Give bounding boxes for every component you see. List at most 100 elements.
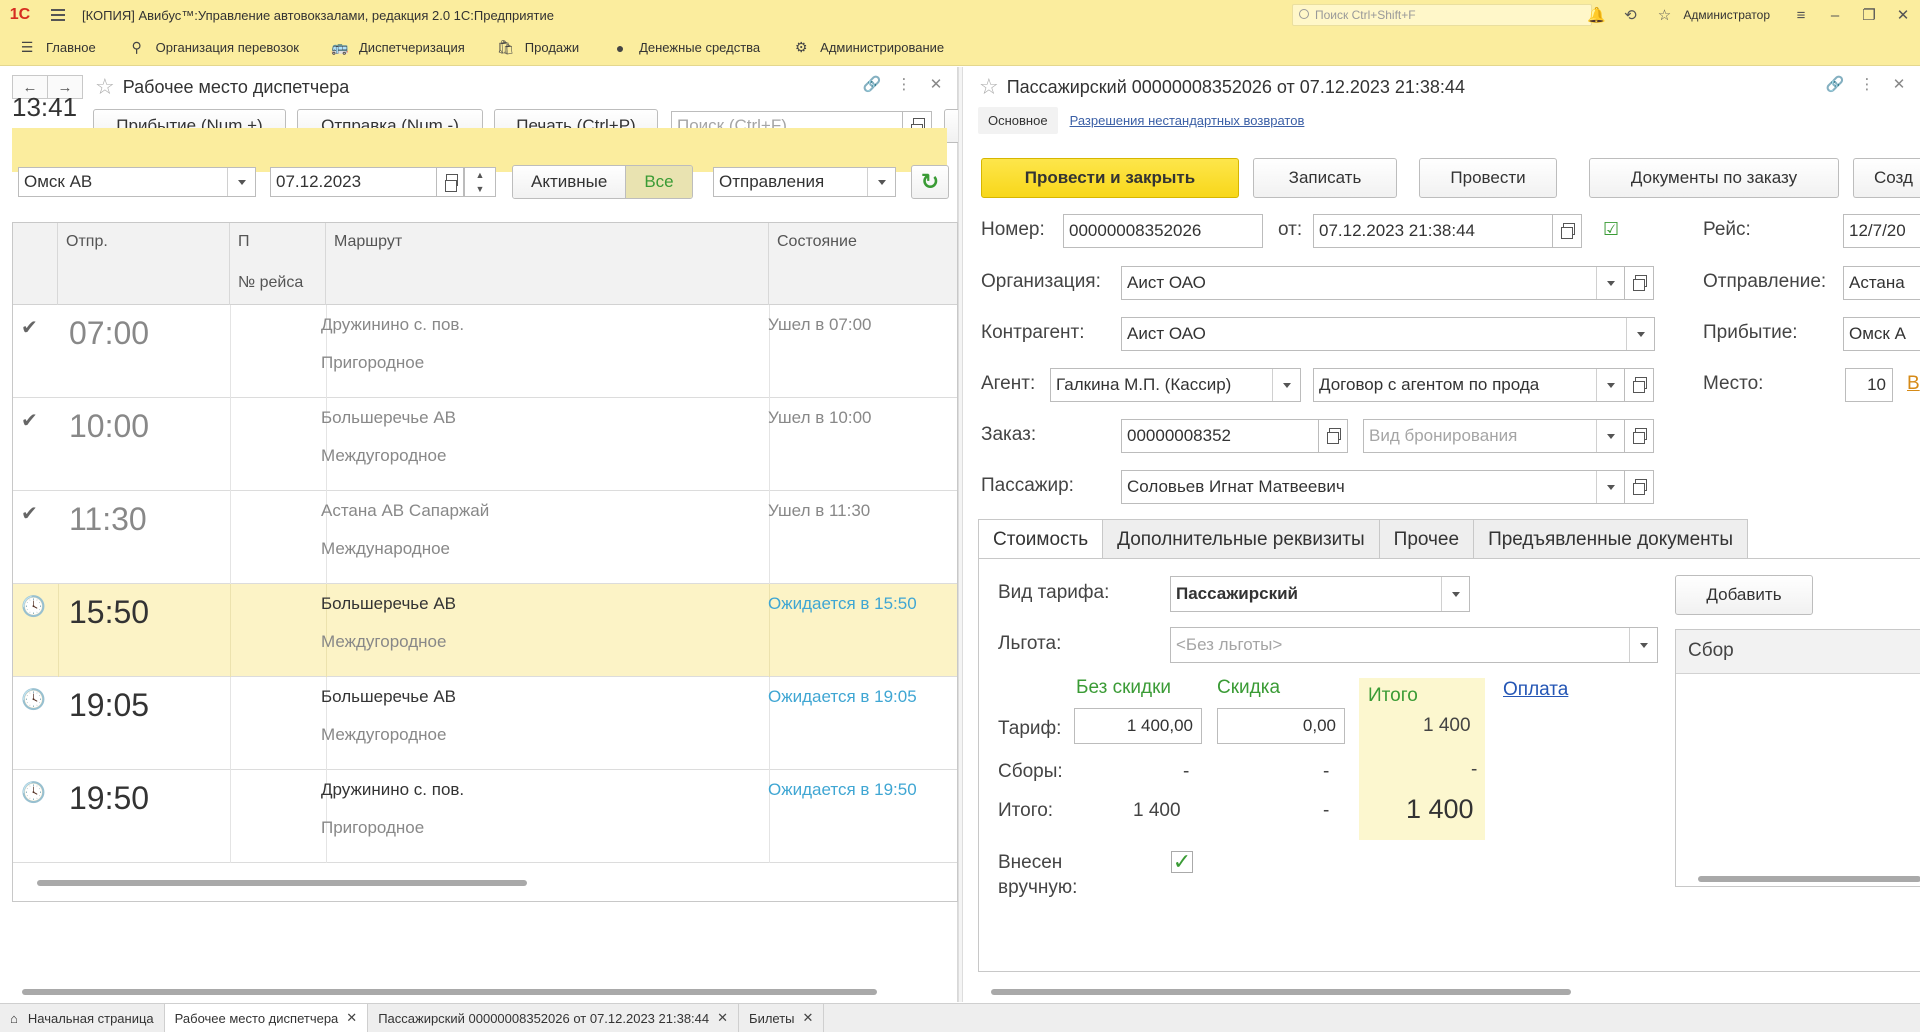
chevron-down-icon[interactable] bbox=[1596, 267, 1624, 299]
refresh-button[interactable]: ↻ bbox=[911, 165, 949, 199]
date-stepper[interactable]: ▲ ▼ bbox=[464, 167, 496, 197]
bell-icon[interactable]: 🔔 bbox=[1579, 0, 1613, 30]
chevron-down-icon[interactable]: ▼ bbox=[476, 184, 485, 194]
task-dispatcher[interactable]: Рабочее место диспетчера ✕ bbox=[164, 1004, 369, 1032]
booking-type-select[interactable]: Вид бронирования bbox=[1363, 419, 1625, 453]
header-route[interactable]: Маршрут bbox=[326, 223, 769, 264]
counterparty-select[interactable]: Аист ОАО bbox=[1121, 317, 1655, 351]
discount-field[interactable]: 0,00 bbox=[1217, 708, 1345, 744]
close-icon[interactable]: ✕ bbox=[925, 75, 947, 93]
tab-presented-documents[interactable]: Предъявленные документы bbox=[1473, 519, 1749, 559]
station-select[interactable]: Омск АВ bbox=[18, 167, 256, 197]
close-icon[interactable]: ✕ bbox=[1886, 0, 1920, 30]
document-scrollbar[interactable] bbox=[991, 989, 1571, 995]
restore-icon[interactable]: ❐ bbox=[1852, 0, 1886, 30]
check-document-icon[interactable]: ☑ bbox=[1603, 219, 1619, 240]
seat-field[interactable]: 10 bbox=[1845, 368, 1893, 402]
task-home[interactable]: ⌂ Начальная страница bbox=[0, 1004, 165, 1032]
global-search-input[interactable]: Поиск Ctrl+Shift+F bbox=[1292, 4, 1592, 26]
menu-money[interactable]: ● Денежные средства bbox=[593, 30, 774, 66]
task-ticket-document[interactable]: Пассажирский 00000008352026 от 07.12.202… bbox=[368, 1004, 740, 1032]
chevron-down-icon[interactable] bbox=[1441, 577, 1469, 611]
open-contract-icon[interactable] bbox=[1624, 368, 1654, 402]
tariff-type-select[interactable]: Пассажирский bbox=[1170, 576, 1470, 612]
order-documents-button[interactable]: Документы по заказу bbox=[1589, 158, 1839, 198]
passenger-select[interactable]: Соловьев Игнат Матвеевич bbox=[1121, 470, 1625, 504]
minimize-icon[interactable]: – bbox=[1818, 0, 1852, 30]
menu-dispatch[interactable]: 🚌 Диспетчеризация bbox=[313, 30, 479, 66]
tab-cost[interactable]: Стоимость bbox=[978, 519, 1104, 559]
header-p[interactable]: П bbox=[230, 223, 326, 264]
table-row[interactable]: 🕓 19:50 Дружинино с. пов. Пригородное Ож… bbox=[13, 770, 957, 863]
header-departure[interactable]: Отпр. bbox=[58, 223, 230, 305]
save-button[interactable]: Записать bbox=[1253, 158, 1397, 198]
arrival-field[interactable]: Омск А bbox=[1843, 317, 1920, 351]
chevron-down-icon[interactable] bbox=[1596, 420, 1624, 452]
link-icon[interactable]: 🔗 bbox=[861, 75, 883, 93]
chevron-down-icon[interactable] bbox=[1596, 471, 1624, 503]
payment-link[interactable]: Оплата bbox=[1503, 679, 1568, 701]
panel-scrollbar[interactable] bbox=[22, 989, 877, 995]
close-icon[interactable]: ✕ bbox=[717, 1010, 728, 1026]
more-icon[interactable]: ⋮ bbox=[1856, 75, 1878, 93]
table-row-selected[interactable]: 🕓 15:50 Большеречье АВ Междугородное Ожи… bbox=[13, 584, 957, 677]
calendar-icon[interactable] bbox=[1552, 214, 1582, 248]
fees-scrollbar[interactable] bbox=[1698, 876, 1920, 882]
header-state[interactable]: Состояние bbox=[769, 223, 957, 305]
link-icon[interactable]: 🔗 bbox=[1824, 75, 1846, 93]
table-row[interactable]: ✔ 07:00 Дружинино с. пов. Пригородное Уш… bbox=[13, 305, 957, 398]
organization-select[interactable]: Аист ОАО bbox=[1121, 266, 1625, 300]
close-icon[interactable]: ✕ bbox=[346, 1010, 357, 1026]
number-field[interactable]: 00000008352026 bbox=[1063, 214, 1263, 248]
star-icon[interactable]: ☆ bbox=[95, 74, 115, 100]
table-scrollbar[interactable] bbox=[37, 880, 527, 886]
table-row[interactable]: ✔ 11:30 Астана АВ Сапаржай Международное… bbox=[13, 491, 957, 584]
header-trip-no[interactable]: № рейса bbox=[230, 264, 326, 305]
chevron-down-icon[interactable] bbox=[1596, 369, 1624, 401]
chevron-down-icon[interactable] bbox=[1272, 369, 1300, 401]
tab-other[interactable]: Прочее bbox=[1378, 519, 1475, 559]
main-menu-icon[interactable] bbox=[40, 9, 76, 21]
star-icon[interactable]: ☆ bbox=[979, 74, 999, 100]
menu-transport-org[interactable]: ⚲ Организация перевозок bbox=[110, 30, 313, 66]
history-icon[interactable]: ⟲ bbox=[1613, 0, 1647, 30]
favorites-icon[interactable]: ☆ bbox=[1647, 0, 1681, 30]
departure-field[interactable]: Астана bbox=[1843, 266, 1920, 300]
order-field[interactable]: 00000008352 bbox=[1121, 419, 1319, 453]
menu-admin[interactable]: ⚙ Администрирование bbox=[774, 30, 958, 66]
calendar-icon[interactable] bbox=[436, 167, 464, 197]
filter-all-button[interactable]: Все bbox=[625, 166, 692, 198]
create-based-on-button[interactable]: Созд bbox=[1853, 158, 1920, 198]
open-booking-icon[interactable] bbox=[1624, 419, 1654, 453]
manual-entry-checkbox[interactable]: ✓ bbox=[1171, 849, 1193, 874]
contract-select[interactable]: Договор с агентом по прода bbox=[1313, 368, 1625, 402]
tab-nonstandard-returns[interactable]: Разрешения нестандартных возвратов bbox=[1066, 107, 1309, 134]
open-order-icon[interactable] bbox=[1318, 419, 1348, 453]
menu-sales[interactable]: 🛍 Продажи bbox=[479, 30, 593, 66]
seat-link[interactable]: В bbox=[1907, 373, 1920, 395]
user-name[interactable]: Администратор bbox=[1681, 8, 1784, 22]
menu-main[interactable]: ☰ Главное bbox=[0, 30, 110, 66]
chevron-down-icon[interactable] bbox=[227, 168, 255, 196]
table-row[interactable]: 🕓 19:05 Большеречье АВ Междугородное Ожи… bbox=[13, 677, 957, 770]
more-icon[interactable]: ⋮ bbox=[893, 75, 915, 93]
chevron-up-icon[interactable]: ▲ bbox=[476, 170, 485, 180]
chevron-down-icon[interactable] bbox=[867, 168, 895, 196]
date-input[interactable]: 07.12.2023 bbox=[270, 167, 437, 197]
tariff-price-field[interactable]: 1 400,00 bbox=[1074, 708, 1202, 744]
task-tickets[interactable]: Билеты ✕ bbox=[739, 1004, 825, 1032]
post-and-close-button[interactable]: Провести и закрыть bbox=[981, 158, 1239, 198]
post-button[interactable]: Провести bbox=[1419, 158, 1557, 198]
table-row[interactable]: ✔ 10:00 Большеречье АВ Междугородное Уше… bbox=[13, 398, 957, 491]
close-icon[interactable]: ✕ bbox=[803, 1010, 814, 1026]
date-field[interactable]: 07.12.2023 21:38:44 bbox=[1313, 214, 1553, 248]
trip-field[interactable]: 12/7/20 bbox=[1843, 214, 1920, 248]
tab-additional-details[interactable]: Дополнительные реквизиты bbox=[1102, 519, 1380, 559]
open-passenger-icon[interactable] bbox=[1624, 470, 1654, 504]
tab-main[interactable]: Основное bbox=[978, 107, 1058, 134]
add-fee-button[interactable]: Добавить bbox=[1675, 575, 1813, 615]
close-icon[interactable]: ✕ bbox=[1888, 75, 1910, 93]
agent-select[interactable]: Галкина М.П. (Кассир) bbox=[1050, 368, 1301, 402]
mode-select[interactable]: Отправления bbox=[713, 167, 896, 197]
chevron-down-icon[interactable] bbox=[1629, 628, 1657, 662]
